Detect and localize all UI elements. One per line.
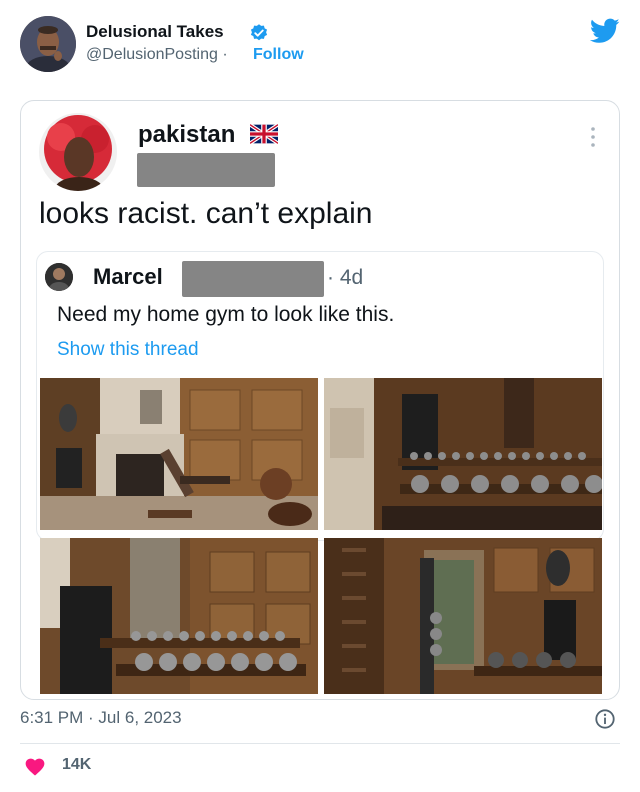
tweet-timestamp[interactable]: 6:31 PM · Jul 6, 2023 xyxy=(20,708,182,728)
embedded-author-name: pakistan xyxy=(138,121,236,148)
handle-text[interactable]: @DelusionPosting xyxy=(86,46,218,63)
like-count[interactable]: 14K xyxy=(62,756,91,774)
gym-photo-corner[interactable] xyxy=(324,538,602,694)
author-avatar[interactable] xyxy=(20,16,76,72)
separator-dot: · xyxy=(222,46,228,63)
union-jack-flag-icon xyxy=(250,123,278,145)
gym-photo-dumbbell-rack[interactable] xyxy=(324,378,602,530)
footer-divider xyxy=(20,743,620,744)
embedded-author-avatar xyxy=(39,113,117,191)
show-thread-link: Show this thread xyxy=(57,339,199,360)
heart-icon[interactable] xyxy=(24,756,46,776)
follow-button[interactable]: Follow xyxy=(253,46,304,64)
verified-badge-icon xyxy=(250,24,268,41)
quoted-author-avatar xyxy=(45,263,73,291)
embedded-post-text: looks racist. can’t explain xyxy=(39,197,373,230)
more-dots-icon xyxy=(591,127,595,147)
quoted-text: Need my home gym to look like this. xyxy=(57,303,395,326)
redacted-handle-block xyxy=(137,153,275,187)
author-name[interactable]: Delusional Takes xyxy=(86,22,224,42)
gym-photo-fireplace[interactable] xyxy=(40,378,318,530)
quoted-time: · 4d xyxy=(327,266,364,289)
quoted-author-name: Marcel xyxy=(93,264,163,289)
twitter-bird-icon[interactable] xyxy=(590,18,620,44)
info-icon[interactable] xyxy=(594,708,616,730)
redacted-quoted-handle-block xyxy=(182,261,324,297)
author-handle: @DelusionPosting · xyxy=(86,46,228,64)
tweet-header: Delusional Takes @DelusionPosting · Foll… xyxy=(0,0,640,88)
gym-photo-rack-wide[interactable] xyxy=(40,538,318,694)
